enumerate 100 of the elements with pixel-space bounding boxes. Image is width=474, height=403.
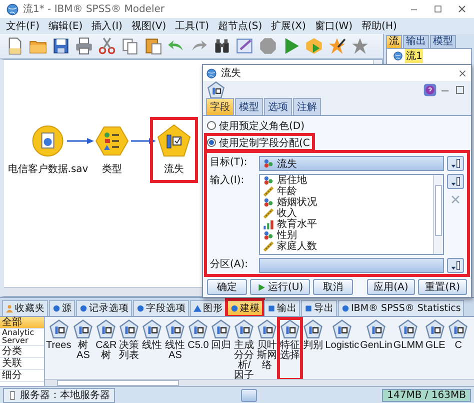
- window-title: 流1* - IBM® SPSS® Modeler: [23, 2, 166, 16]
- palette-node[interactable]: GLE: [424, 319, 446, 379]
- menu-item[interactable]: 扩展(X): [271, 19, 306, 33]
- menu-item[interactable]: 视图(V): [131, 19, 166, 33]
- menu-item[interactable]: 工具(T): [175, 19, 210, 33]
- field-picker-button[interactable]: [447, 156, 464, 171]
- dialog-tab[interactable]: 选项: [264, 98, 292, 115]
- palette-node[interactable]: Logistic: [325, 319, 360, 379]
- menu-item[interactable]: 超节点(S): [218, 19, 262, 33]
- palette-node[interactable]: 特征选择: [279, 319, 302, 379]
- dot-icon: [79, 304, 88, 313]
- category-item[interactable]: 关联: [0, 358, 44, 370]
- connection-arrow: [131, 138, 156, 144]
- run-selection-icon[interactable]: [305, 37, 323, 55]
- help-icon[interactable]: [423, 82, 437, 96]
- star-icon[interactable]: [351, 37, 369, 55]
- palette-node[interactable]: C5.0: [187, 319, 210, 379]
- manager-tab[interactable]: 模型: [430, 35, 456, 48]
- menu-item[interactable]: 窗口(W): [314, 19, 353, 33]
- menu-item[interactable]: 文件(F): [6, 19, 40, 33]
- palette-tab[interactable]: 源: [49, 300, 75, 316]
- palette-tab[interactable]: 导出: [301, 300, 337, 316]
- scrollbar[interactable]: [45, 379, 474, 386]
- copy-icon[interactable]: [121, 37, 139, 55]
- binoculars-icon[interactable]: [213, 37, 231, 55]
- radio-option[interactable]: 使用预定义角色(D): [207, 119, 307, 132]
- paste-icon[interactable]: [144, 37, 162, 55]
- palette-node[interactable]: 树 AS: [72, 319, 94, 379]
- list-item[interactable]: 婚姻状况: [260, 197, 433, 208]
- palette-node[interactable]: 线性: [141, 319, 164, 379]
- close-icon[interactable]: [457, 68, 468, 78]
- list-item[interactable]: 收入: [260, 208, 433, 219]
- category-item[interactable]: Analytic Server: [0, 329, 44, 346]
- dialog-tab[interactable]: 模型: [235, 98, 263, 115]
- run-button[interactable]: 运行(U): [250, 279, 310, 295]
- palette-tab[interactable]: 收藏夹: [2, 300, 48, 316]
- palette-tab[interactable]: 建模: [227, 300, 263, 316]
- palette-node[interactable]: 决策列表: [118, 319, 140, 379]
- picker-icon: [450, 176, 461, 187]
- category-item[interactable]: 细分: [0, 370, 44, 382]
- list-item[interactable]: 家庭人数: [260, 241, 433, 252]
- dialog-tab[interactable]: 注解: [293, 98, 321, 115]
- globe-icon: [206, 68, 217, 78]
- stream-node[interactable]: 类型: [93, 122, 131, 178]
- close-icon[interactable]: [456, 3, 468, 15]
- palette-tab[interactable]: IBM® SPSS® Statistics: [338, 300, 464, 316]
- palette-node[interactable]: C: [447, 319, 470, 379]
- dialog-button[interactable]: 重置(R): [418, 279, 467, 295]
- field-label: 输入(I):: [210, 174, 246, 188]
- annotate-icon[interactable]: [236, 37, 254, 55]
- target-field[interactable]: 流失: [259, 156, 444, 171]
- stream-item[interactable]: 流1: [393, 49, 465, 63]
- menu-item[interactable]: 帮助(H): [362, 19, 397, 33]
- palette-node[interactable]: 线性 AS: [164, 319, 186, 379]
- nominal-field-icon: [263, 230, 274, 241]
- star-pen-icon[interactable]: [328, 37, 346, 55]
- save-icon[interactable]: [52, 37, 70, 55]
- dialog-button[interactable]: 应用(A): [366, 279, 416, 295]
- menu-item[interactable]: 编辑(E): [48, 19, 83, 33]
- list-item[interactable]: 年龄: [260, 186, 433, 197]
- field-picker-button[interactable]: [447, 174, 464, 189]
- palette-node[interactable]: Trees: [46, 319, 72, 379]
- maximize-icon[interactable]: [432, 3, 444, 15]
- palette-node[interactable]: 主成分分析/因子: [233, 319, 256, 379]
- list-item[interactable]: 居住地: [260, 175, 433, 186]
- category-item[interactable]: 全部: [0, 317, 44, 329]
- stop-icon[interactable]: [259, 37, 277, 55]
- palette-tab[interactable]: 记录选项: [76, 300, 132, 316]
- stream-node[interactable]: 流失: [155, 122, 193, 178]
- input-list[interactable]: 居住地 年龄 婚姻状况 收入 教育水平 性别 家庭人数: [259, 174, 444, 255]
- menu-item[interactable]: 插入(I): [92, 19, 122, 33]
- partition-field[interactable]: [259, 258, 444, 273]
- palette-tab[interactable]: 字段选项: [133, 300, 189, 316]
- stream-node[interactable]: 电信客户数据.sav: [6, 122, 90, 178]
- print-icon[interactable]: [75, 37, 93, 55]
- new-file-icon[interactable]: [6, 37, 24, 55]
- server-indicator: 服务器：本地服务器: [3, 388, 115, 402]
- field-picker-button[interactable]: [447, 258, 464, 273]
- manager-tab[interactable]: 流: [386, 35, 402, 48]
- dialog-button[interactable]: 确定: [207, 279, 247, 295]
- palette-node[interactable]: GLMM: [393, 319, 424, 379]
- palette-node[interactable]: C&R 树: [95, 319, 118, 379]
- palette-tab[interactable]: 图形: [190, 300, 226, 316]
- palette-node[interactable]: 判别: [302, 319, 324, 379]
- scrollbar[interactable]: [433, 175, 443, 254]
- cut-icon[interactable]: [98, 37, 116, 55]
- dialog-tab[interactable]: 字段: [206, 98, 234, 115]
- status-button[interactable]: [240, 388, 257, 402]
- palette-node[interactable]: 贝叶斯网络: [256, 319, 278, 379]
- list-item[interactable]: 性别: [260, 230, 433, 241]
- model-node-icon: [280, 319, 300, 339]
- radio-option[interactable]: 使用定制字段分配(C: [207, 136, 312, 149]
- palette-tab[interactable]: 输出: [264, 300, 300, 316]
- category-item[interactable]: 分类: [0, 346, 44, 358]
- palette-node[interactable]: 回归: [210, 319, 232, 379]
- manager-tab[interactable]: 输出: [403, 35, 429, 48]
- continuous-field-icon: [263, 208, 274, 219]
- dialog-button[interactable]: 取消: [313, 279, 354, 295]
- list-item[interactable]: 教育水平: [260, 219, 433, 230]
- palette-node[interactable]: GenLin: [360, 319, 392, 379]
